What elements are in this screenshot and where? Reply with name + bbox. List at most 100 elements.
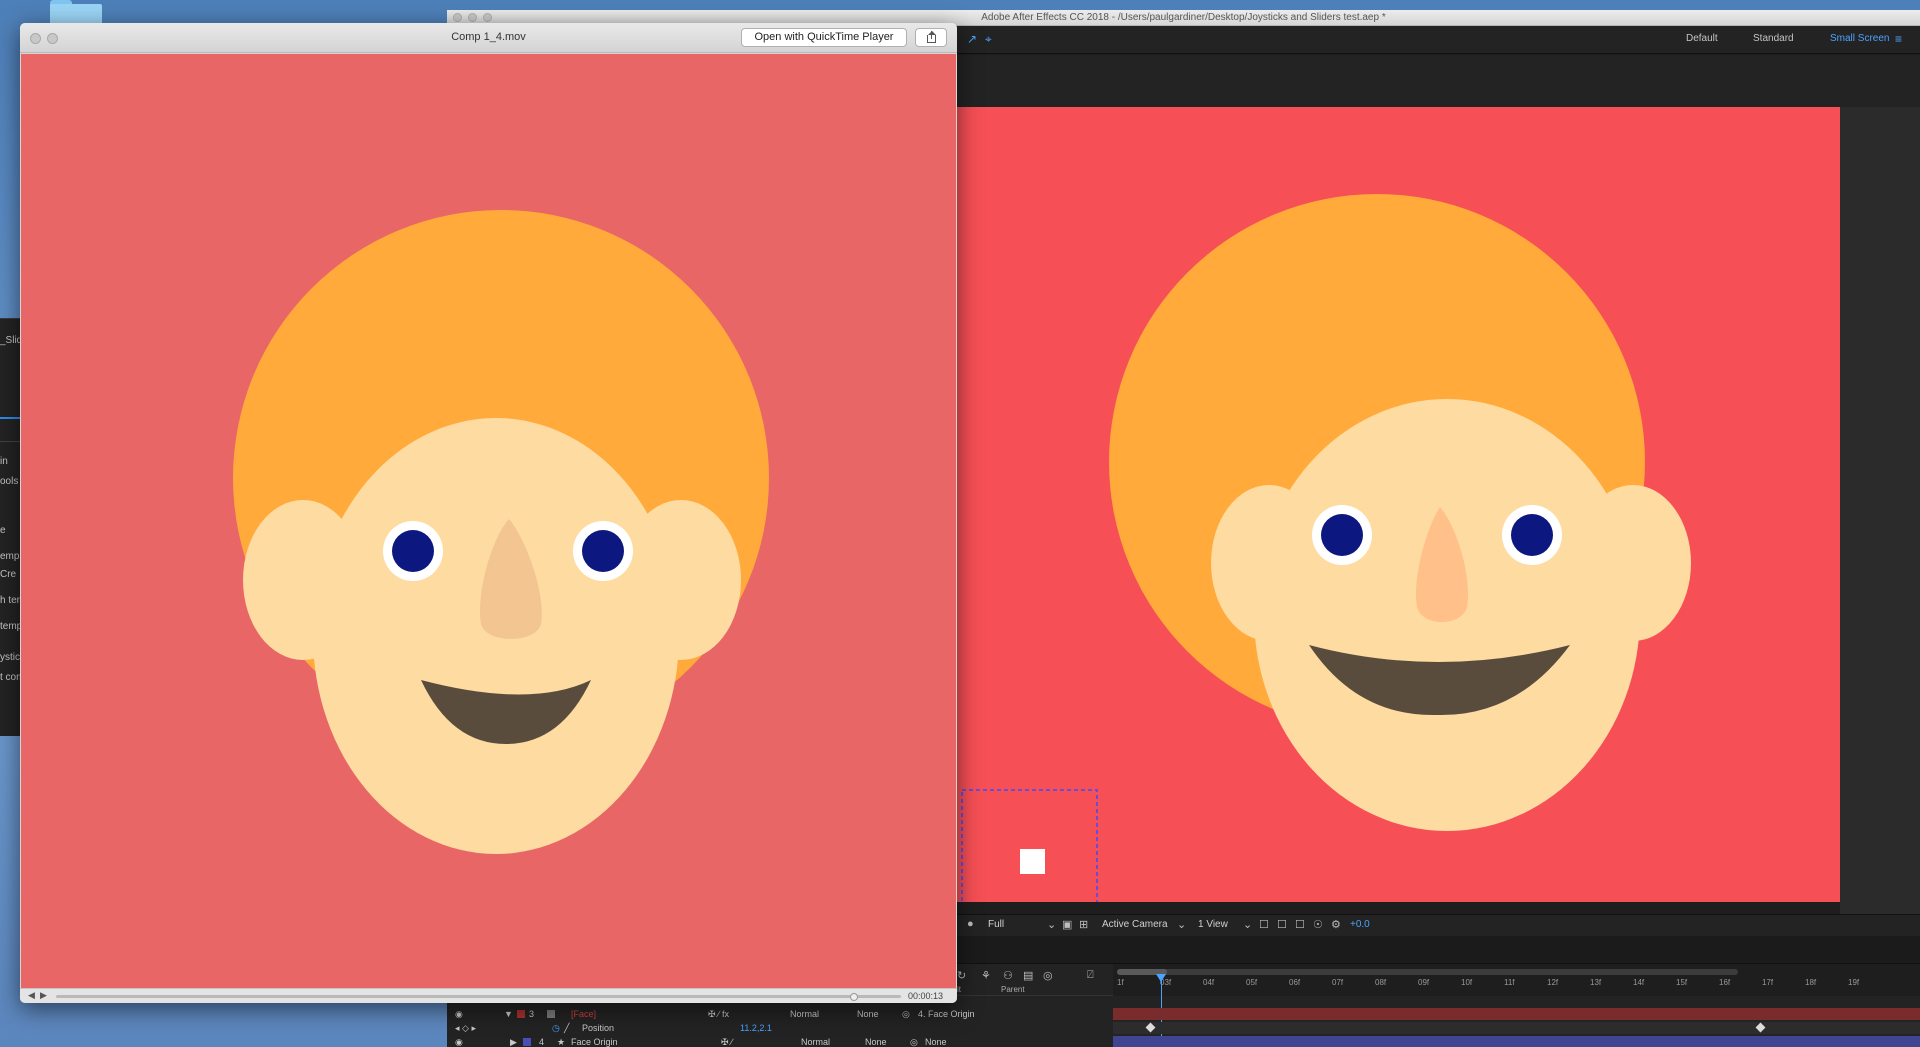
volume-icon[interactable]: ◀: [28, 990, 35, 1001]
twirl-closed-icon[interactable]: ▶: [510, 1037, 517, 1047]
chevron-down-icon[interactable]: ⌄: [1177, 918, 1186, 931]
fragment-text: empl: [0, 551, 22, 562]
snapping-icon[interactable]: ⌖: [985, 32, 992, 47]
switches-icon[interactable]: ✠ ∕: [721, 1037, 733, 1047]
graph-icon: ╱: [564, 1023, 570, 1033]
workspace-standard[interactable]: Standard: [1753, 33, 1794, 44]
transparency-grid-icon[interactable]: ⊞: [1079, 918, 1088, 931]
property-row[interactable]: ◂ ◇ ▸ ◷ ╱ Position 11.2,2.1: [447, 1022, 1113, 1034]
timeline-tick-label: 07f: [1332, 978, 1344, 987]
color-management-icon[interactable]: ●: [967, 918, 974, 930]
timeline-tick-label: 14f: [1633, 978, 1645, 987]
reset-exposure-icon[interactable]: ⚙: [1331, 918, 1341, 931]
fragment-text: ystic: [0, 652, 20, 663]
timeline-tick-label: 11f: [1504, 978, 1515, 987]
column-header-parent: Parent: [1001, 985, 1025, 994]
twirl-open-icon[interactable]: ▼: [504, 1009, 513, 1019]
timeline-tick-label: 04f: [1203, 978, 1215, 987]
face-illustration-ae: [961, 194, 1691, 902]
timeline-tick-label: 1f: [1117, 978, 1124, 987]
layer-duration-bar[interactable]: [1113, 1008, 1920, 1020]
keyframe-nav-icon[interactable]: ◂ ◇ ▸: [455, 1023, 476, 1034]
trkmat-select[interactable]: None: [857, 1009, 879, 1019]
visibility-icon[interactable]: ◉: [455, 1037, 463, 1047]
play-icon[interactable]: ▶: [40, 990, 47, 1001]
resolution-select[interactable]: Full: [988, 919, 1004, 930]
timeline-tick-label: 19f: [1848, 978, 1860, 987]
keyframe-icon[interactable]: [1755, 1022, 1766, 1033]
timeline-tick-label: 13f: [1590, 978, 1602, 987]
property-keyframe-track[interactable]: [1113, 1022, 1920, 1034]
scrubber-handle[interactable]: [850, 993, 858, 1001]
workspace-small-screen[interactable]: Small Screen: [1830, 33, 1889, 44]
pin-tool-icon[interactable]: ↗: [967, 32, 977, 46]
stopwatch-icon[interactable]: ◷: [552, 1023, 560, 1034]
visibility-icon[interactable]: ◉: [455, 1009, 463, 1020]
timeline-ruler[interactable]: 1f 03f 04f 05f 06f 07f 08f 09f 10f 11f 12f 13f 14f 15…: [1113, 964, 1920, 996]
motion-blur-icon[interactable]: ◎: [1043, 969, 1053, 982]
flowchart-icon[interactable]: ☉: [1313, 918, 1323, 931]
layer-name[interactable]: [Face]: [571, 1009, 596, 1019]
fragment-text: Cre: [0, 569, 17, 580]
layer-label-color[interactable]: [523, 1038, 531, 1046]
timeline-tick-label: 09f: [1418, 978, 1430, 987]
fragment-text: e: [0, 525, 6, 536]
folder-icon[interactable]: [50, 0, 102, 24]
graph-editor-icon[interactable]: ⍁: [1087, 969, 1094, 982]
camera-select[interactable]: Active Camera: [1102, 919, 1168, 930]
parent-select[interactable]: 4. Face Origin: [918, 1009, 975, 1019]
shy-icon[interactable]: ⚇: [1003, 969, 1013, 982]
timeline-tick-label: 10f: [1461, 978, 1473, 987]
keyframe-icon[interactable]: [1145, 1022, 1156, 1033]
exposure-value[interactable]: +0.0: [1350, 919, 1370, 930]
ae-window-title: Adobe After Effects CC 2018 - /Users/pau…: [981, 12, 1386, 23]
pickwhip-icon[interactable]: ◎: [910, 1037, 918, 1047]
layer-number: 4: [539, 1037, 545, 1047]
workspace-default[interactable]: Default: [1686, 33, 1718, 44]
draft-3d-icon[interactable]: ⚘: [981, 969, 991, 982]
layer-row[interactable]: ◉ ▶ 4 ★ Face Origin ✠ ∕ Normal None ◎ No…: [447, 1036, 1113, 1047]
region-of-interest-icon[interactable]: ▣: [1062, 918, 1072, 931]
layer-name[interactable]: Face Origin: [571, 1037, 618, 1047]
fragment-text: in: [0, 456, 8, 467]
timeline-tick-label: 05f: [1246, 978, 1258, 987]
fragment-text: ools: [0, 476, 19, 487]
switches-icon[interactable]: ✠ ∕ fx: [708, 1009, 729, 1020]
layer-row[interactable]: ◉ ▼ 3 [Face] ✠ ∕ fx Normal None ◎ 4. Fac…: [447, 1008, 1113, 1020]
viewer-right-strip: [1840, 107, 1920, 914]
comp-flowchart-icon[interactable]: ↻: [957, 969, 966, 982]
timeline-tick-label: 15f: [1676, 978, 1688, 987]
open-with-quicktime-button[interactable]: Open with QuickTime Player: [741, 28, 907, 47]
workspace-menu-icon[interactable]: ≡: [1895, 32, 1902, 46]
scrubber-track[interactable]: [56, 995, 901, 998]
share-button[interactable]: [915, 28, 947, 47]
parent-select[interactable]: None: [925, 1037, 947, 1047]
quicktime-window: Comp 1_4.mov Open with QuickTime Player …: [20, 23, 957, 1003]
property-value[interactable]: 11.2,2.1: [740, 1023, 772, 1033]
toggle-pixel-aspect-icon[interactable]: ☐: [1259, 918, 1269, 931]
timeline-tick-label: 17f: [1762, 978, 1774, 987]
trkmat-select[interactable]: None: [865, 1037, 887, 1047]
chevron-down-icon[interactable]: ⌄: [1047, 918, 1056, 931]
composition-canvas[interactable]: [957, 107, 1840, 902]
view-layout-select[interactable]: 1 View: [1198, 919, 1228, 930]
fast-previews-icon[interactable]: ☐: [1277, 918, 1287, 931]
fragment-text: temp: [0, 621, 22, 632]
fragment-text: _Slid: [0, 335, 22, 346]
layer-duration-bar[interactable]: [1113, 1036, 1920, 1047]
pickwhip-icon[interactable]: ◎: [902, 1009, 910, 1020]
video-frame[interactable]: [21, 54, 956, 988]
timeline-tick-label: 06f: [1289, 978, 1301, 987]
layer-label-color[interactable]: [517, 1010, 525, 1018]
chevron-down-icon[interactable]: ⌄: [1243, 918, 1252, 931]
timeline-icon[interactable]: ☐: [1295, 918, 1305, 931]
blend-mode-select[interactable]: Normal: [801, 1037, 830, 1047]
work-area-range[interactable]: [1117, 969, 1738, 975]
frame-blending-icon[interactable]: ▤: [1023, 969, 1033, 982]
elapsed-time: 00:00:13: [908, 991, 944, 1001]
timeline-tick-label: 12f: [1547, 978, 1559, 987]
timeline-tick-label: 16f: [1719, 978, 1731, 987]
qt-playback-controls: ◀ ▶ 00:00:13: [20, 988, 957, 1003]
blend-mode-select[interactable]: Normal: [790, 1009, 819, 1019]
fragment-text: h ter: [0, 595, 21, 606]
